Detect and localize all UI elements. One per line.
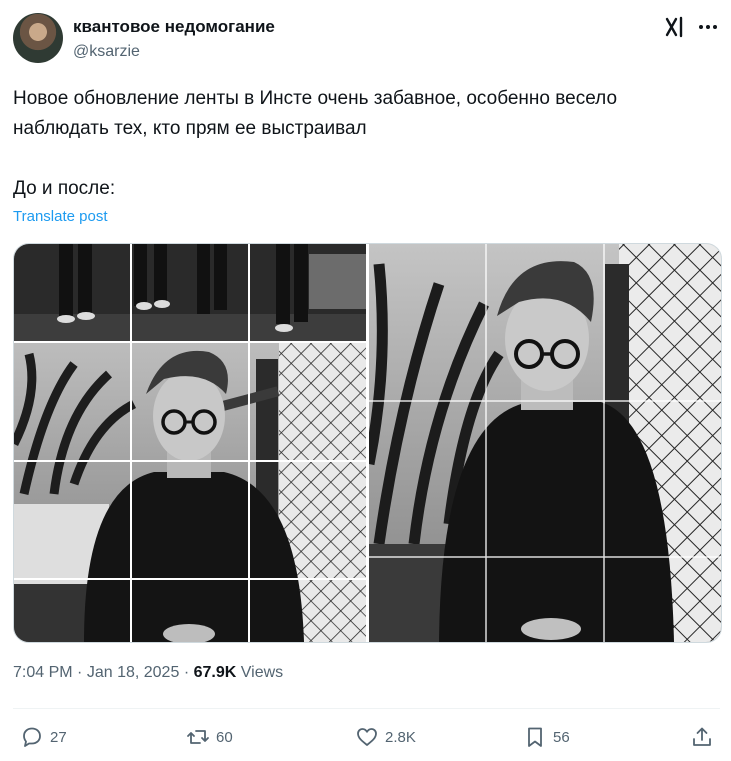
share-icon bbox=[693, 727, 711, 746]
reply-count: 27 bbox=[50, 728, 67, 746]
bookmark-icon bbox=[528, 727, 542, 747]
views-count: 67.9K bbox=[193, 664, 237, 681]
reply-button[interactable]: 27 bbox=[20, 722, 67, 752]
meta-separator: · bbox=[183, 664, 194, 681]
tweet-media[interactable] bbox=[13, 243, 722, 643]
translate-post-link[interactable]: Translate post bbox=[13, 208, 108, 225]
photo-after[interactable] bbox=[369, 244, 721, 642]
divider bbox=[13, 708, 720, 709]
tweet-text: Новое обновление ленты в Инсте очень заб… bbox=[13, 88, 618, 199]
like-icon bbox=[357, 728, 377, 746]
grok-icon[interactable] bbox=[664, 15, 686, 39]
bookmark-count: 56 bbox=[553, 728, 570, 746]
like-count: 2.8K bbox=[385, 728, 416, 746]
tweet-time[interactable]: 7:04 PM bbox=[13, 664, 73, 681]
like-button[interactable]: 2.8K bbox=[355, 722, 416, 752]
avatar[interactable] bbox=[13, 13, 63, 63]
repost-count: 60 bbox=[216, 728, 233, 746]
author-display-name[interactable]: квантовое недомогание bbox=[73, 17, 275, 37]
meta-separator: · bbox=[77, 664, 87, 681]
tweet-metadata: 7:04 PM · Jan 18, 2025 · 67.9K Views bbox=[13, 664, 283, 682]
tweet-date[interactable]: Jan 18, 2025 bbox=[87, 664, 180, 681]
more-icon[interactable] bbox=[697, 15, 719, 39]
author-handle[interactable]: @ksarzie bbox=[73, 43, 140, 61]
share-button[interactable] bbox=[690, 722, 714, 752]
bookmark-button[interactable]: 56 bbox=[523, 722, 570, 752]
views-label: Views bbox=[240, 664, 284, 681]
photo-before[interactable] bbox=[14, 244, 366, 642]
repost-icon bbox=[187, 730, 209, 744]
reply-icon bbox=[23, 727, 41, 747]
repost-button[interactable]: 60 bbox=[186, 722, 233, 752]
